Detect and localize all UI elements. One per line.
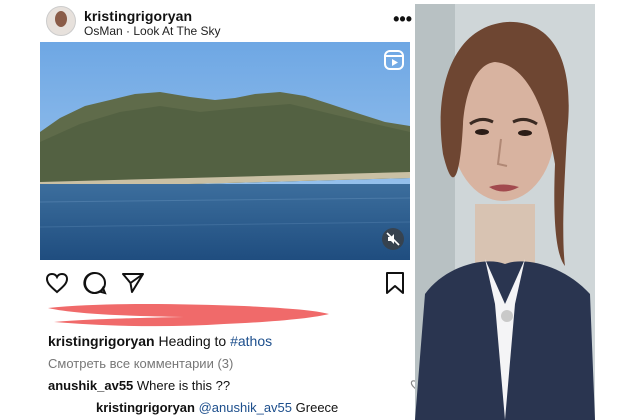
- comment-text: Where is this ??: [136, 378, 231, 393]
- comment-reply: kristingrigoryan @anushik_av55 Greece: [96, 400, 436, 415]
- island-photo: [40, 42, 410, 260]
- audio-track[interactable]: OsMan · Look At The Sky: [84, 24, 221, 38]
- caption-text: Heading to: [158, 333, 227, 349]
- caption-username[interactable]: kristingrigoryan: [48, 333, 155, 349]
- instagram-post: kristingrigoryan OsMan · Look At The Sky…: [30, 0, 430, 420]
- reel-icon: [384, 50, 404, 70]
- reply-mention[interactable]: @anushik_av55: [199, 400, 292, 415]
- comment-username[interactable]: anushik_av55: [48, 378, 133, 393]
- post-header: kristingrigoryan OsMan · Look At The Sky…: [40, 4, 414, 38]
- share-icon[interactable]: [120, 270, 146, 296]
- post-caption: kristingrigoryan Heading to #athos: [48, 333, 272, 349]
- heart-icon[interactable]: [44, 270, 70, 296]
- more-icon[interactable]: •••: [393, 10, 412, 28]
- reply-text: Greece: [295, 400, 339, 415]
- redaction-scribble: [44, 300, 334, 330]
- comment: anushik_av55 Where is this ??: [48, 378, 428, 393]
- view-all-comments-link[interactable]: Смотреть все комментарии (3): [48, 356, 233, 371]
- post-username[interactable]: kristingrigoryan: [84, 8, 192, 24]
- comment-icon[interactable]: [82, 270, 108, 296]
- reply-username[interactable]: kristingrigoryan: [96, 400, 195, 415]
- mute-icon[interactable]: [382, 228, 404, 250]
- portrait-photo: [415, 4, 595, 420]
- portrait-illustration: [415, 4, 595, 420]
- post-photo[interactable]: [40, 42, 410, 260]
- caption-hashtag[interactable]: #athos: [230, 333, 272, 349]
- bookmark-icon[interactable]: [382, 270, 408, 296]
- avatar[interactable]: [46, 6, 76, 36]
- post-actions: [44, 270, 410, 298]
